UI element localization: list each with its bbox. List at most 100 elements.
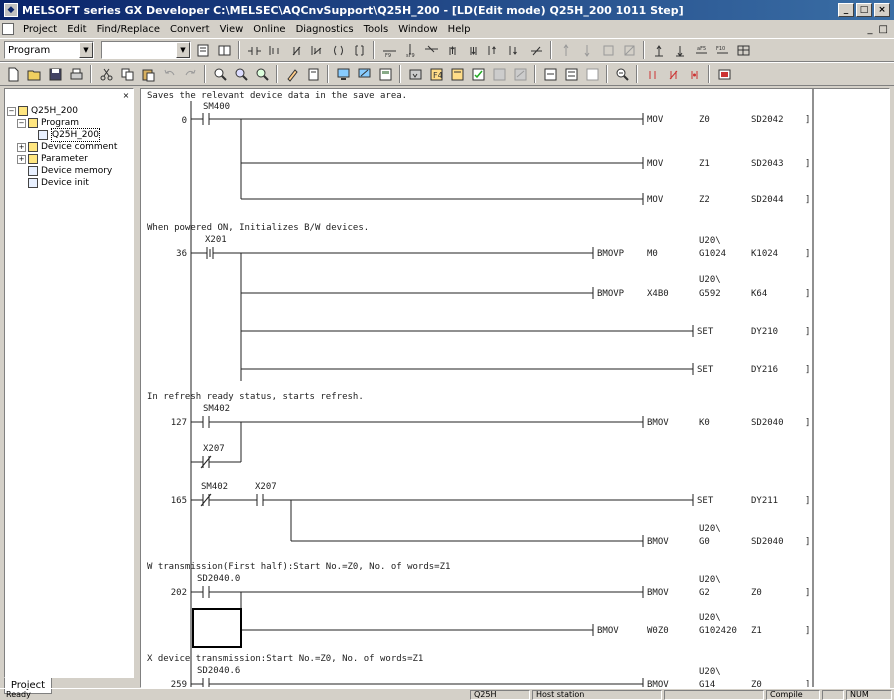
line-delete-icon[interactable]: F10 [713, 41, 731, 59]
monitor-mode-icon[interactable] [334, 65, 352, 83]
write-mode-icon[interactable] [283, 65, 301, 83]
chevron-down-icon[interactable]: ▼ [79, 42, 93, 58]
menu-window[interactable]: Window [393, 24, 442, 35]
tree-item-program-file[interactable]: Q25H_200 [7, 128, 117, 142]
coil-edit-icon[interactable] [664, 65, 682, 83]
pulse-conversion-icon[interactable] [599, 41, 617, 59]
invert-icon[interactable] [527, 41, 545, 59]
screen-toggle-icon[interactable] [715, 65, 733, 83]
collapse-icon[interactable]: − [7, 106, 16, 116]
device-batch-icon[interactable] [376, 65, 394, 83]
falling-branch-icon[interactable] [506, 41, 524, 59]
line-write-icon[interactable]: aF5 [692, 41, 710, 59]
minimize-button[interactable]: _ [838, 3, 854, 17]
read-mode-icon[interactable] [304, 65, 322, 83]
contact-label: SM402 [203, 404, 230, 414]
find-instruction-icon[interactable] [232, 65, 250, 83]
operation-result-fall-icon[interactable] [578, 41, 596, 59]
status-num: NUM [846, 690, 892, 700]
instruction-bracket: ] [805, 537, 810, 547]
sfc-view-icon[interactable] [583, 65, 601, 83]
find-device-icon[interactable] [211, 65, 229, 83]
close-button[interactable]: × [874, 3, 890, 17]
vertical-line-icon[interactable]: sF9 [401, 41, 419, 59]
closed-branch-icon[interactable] [308, 41, 326, 59]
program-list-icon[interactable] [194, 41, 212, 59]
instruction-s1: K0 [699, 418, 710, 428]
menu-online[interactable]: Online [248, 24, 290, 35]
status-bar: Ready Q25H Host station Compile NUM [0, 688, 894, 700]
horizontal-line-icon[interactable]: F9 [380, 41, 398, 59]
convert-icon[interactable]: F4 [427, 65, 445, 83]
new-file-icon[interactable] [4, 65, 22, 83]
find-step-icon[interactable] [253, 65, 271, 83]
tree-item-device-memory[interactable]: Device memory [7, 165, 117, 177]
rising-edge-icon[interactable] [650, 41, 668, 59]
document-icon[interactable] [2, 23, 14, 35]
expand-icon[interactable]: + [17, 154, 26, 164]
instruction-s2: SD2044 [751, 195, 784, 205]
ladder-editor[interactable]: Saves the relevant device data in the sa… [140, 88, 890, 688]
list-view-icon[interactable] [562, 65, 580, 83]
plc-read-icon[interactable] [406, 65, 424, 83]
status-blank [822, 690, 844, 700]
rung-comment: Saves the relevant device data in the sa… [147, 91, 407, 101]
instruction-edit-icon[interactable] [685, 65, 703, 83]
mdi-minimize-button[interactable]: _ [868, 24, 873, 35]
maximize-button[interactable]: □ [856, 3, 872, 17]
menu-help[interactable]: Help [443, 24, 476, 35]
coil-icon[interactable] [329, 41, 347, 59]
copy-icon[interactable] [118, 65, 136, 83]
zoom-icon[interactable] [613, 65, 631, 83]
close-icon[interactable]: × [121, 91, 131, 101]
mdi-restore-button[interactable]: □ [879, 24, 888, 35]
pulse-conversion-falling-icon[interactable] [620, 41, 638, 59]
open-branch-icon[interactable] [266, 41, 284, 59]
operation-result-rise-icon[interactable] [557, 41, 575, 59]
print-icon[interactable] [67, 65, 85, 83]
delete-line-icon[interactable] [422, 41, 440, 59]
menu-find-replace[interactable]: Find/Replace [92, 24, 165, 35]
monitor-write-icon[interactable] [355, 65, 373, 83]
ladder-view-icon[interactable] [541, 65, 559, 83]
save-icon[interactable] [46, 65, 64, 83]
cursor-cell[interactable] [192, 608, 242, 648]
block-select[interactable]: ▼ [101, 41, 191, 59]
convert-all-icon[interactable] [448, 65, 466, 83]
rising-pulse-icon[interactable] [443, 41, 461, 59]
expand-icon[interactable]: + [17, 142, 26, 152]
contact-edit-icon[interactable] [643, 65, 661, 83]
tree-item-parameter[interactable]: + Parameter [7, 153, 117, 165]
check-program-icon[interactable] [469, 65, 487, 83]
closed-contact-icon[interactable] [287, 41, 305, 59]
menu-convert[interactable]: Convert [165, 24, 215, 35]
redo-icon[interactable] [181, 65, 199, 83]
menu-view[interactable]: View [215, 24, 249, 35]
menu-tools[interactable]: Tools [359, 24, 394, 35]
undo-icon[interactable] [160, 65, 178, 83]
tree-item-project[interactable]: − Q25H_200 [7, 105, 117, 117]
transfer-setup-icon[interactable] [490, 65, 508, 83]
cut-icon[interactable] [97, 65, 115, 83]
contact-label: SD2040.6 [197, 666, 240, 676]
comment-toggle-icon[interactable] [215, 41, 233, 59]
menu-project[interactable]: Project [18, 24, 62, 35]
tree-item-device-comment[interactable]: + Device comment [7, 141, 117, 153]
app-icon[interactable]: ◆ [4, 3, 18, 17]
menu-diagnostics[interactable]: Diagnostics [291, 24, 359, 35]
rising-branch-icon[interactable] [485, 41, 503, 59]
falling-pulse-icon[interactable] [464, 41, 482, 59]
instruction-op: BMOVP [597, 249, 625, 259]
open-contact-icon[interactable] [245, 41, 263, 59]
plc-write-icon[interactable] [511, 65, 529, 83]
program-select[interactable]: Program ▼ [4, 41, 94, 59]
chevron-down-icon[interactable]: ▼ [176, 42, 190, 58]
paste-icon[interactable] [139, 65, 157, 83]
application-instruction-icon[interactable] [350, 41, 368, 59]
tree-item-device-init[interactable]: Device init [7, 177, 117, 189]
open-folder-icon[interactable] [25, 65, 43, 83]
grid-toggle-icon[interactable] [734, 41, 752, 59]
collapse-icon[interactable]: − [17, 118, 26, 128]
menu-edit[interactable]: Edit [62, 24, 91, 35]
falling-edge-icon[interactable] [671, 41, 689, 59]
